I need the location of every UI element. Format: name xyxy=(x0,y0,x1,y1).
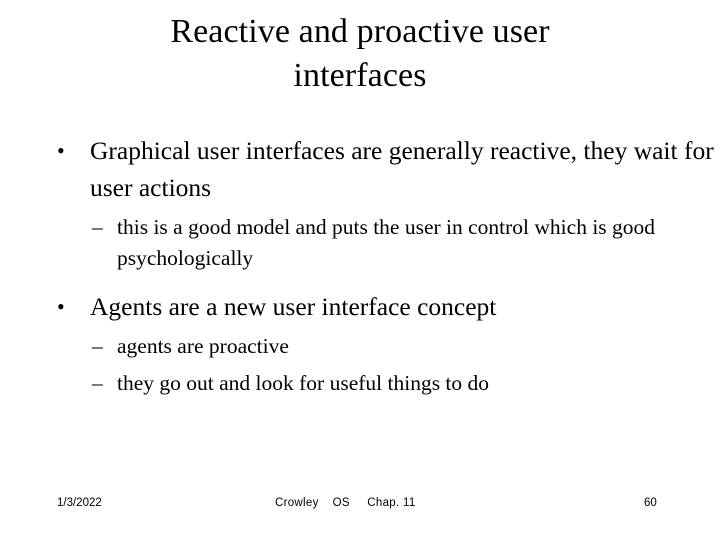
slide: Reactive and proactive user interfaces •… xyxy=(0,0,720,540)
bullet-text: they go out and look for useful things t… xyxy=(117,371,490,395)
dash-marker-icon: – xyxy=(92,215,103,239)
footer-date: 1/3/2022 xyxy=(57,497,102,509)
bullet-text: Agents are a new user interface concept xyxy=(90,292,497,321)
dash-marker-icon: – xyxy=(92,371,103,395)
footer-center-text: Crowley OS Chap. 11 xyxy=(275,497,416,509)
title-line-2: interfaces xyxy=(293,57,427,94)
title-line-1: Reactive and proactive user xyxy=(170,13,550,50)
bullet-item-level2: – this is a good model and puts the user… xyxy=(0,212,720,274)
footer-page-number: 60 xyxy=(644,497,657,509)
bullet-item-level2: – agents are proactive xyxy=(0,331,720,362)
bullet-text: this is a good model and puts the user i… xyxy=(117,215,656,270)
bullet-item-level1: • Agents are a new user interface concep… xyxy=(0,288,720,325)
bullet-marker-icon: • xyxy=(57,294,65,319)
bullet-item-level2: – they go out and look for useful things… xyxy=(0,368,720,399)
bullet-marker-icon: • xyxy=(57,138,65,163)
dash-marker-icon: – xyxy=(92,334,103,358)
bullet-text: agents are proactive xyxy=(117,334,289,358)
slide-body: • Graphical user interfaces are generall… xyxy=(0,132,720,399)
page-title: Reactive and proactive user interfaces xyxy=(54,10,666,98)
bullet-item-level1: • Graphical user interfaces are generall… xyxy=(0,132,720,206)
slide-footer: 1/3/2022 Crowley OS Chap. 11 60 xyxy=(0,493,720,515)
bullet-text: Graphical user interfaces are generally … xyxy=(90,136,714,202)
